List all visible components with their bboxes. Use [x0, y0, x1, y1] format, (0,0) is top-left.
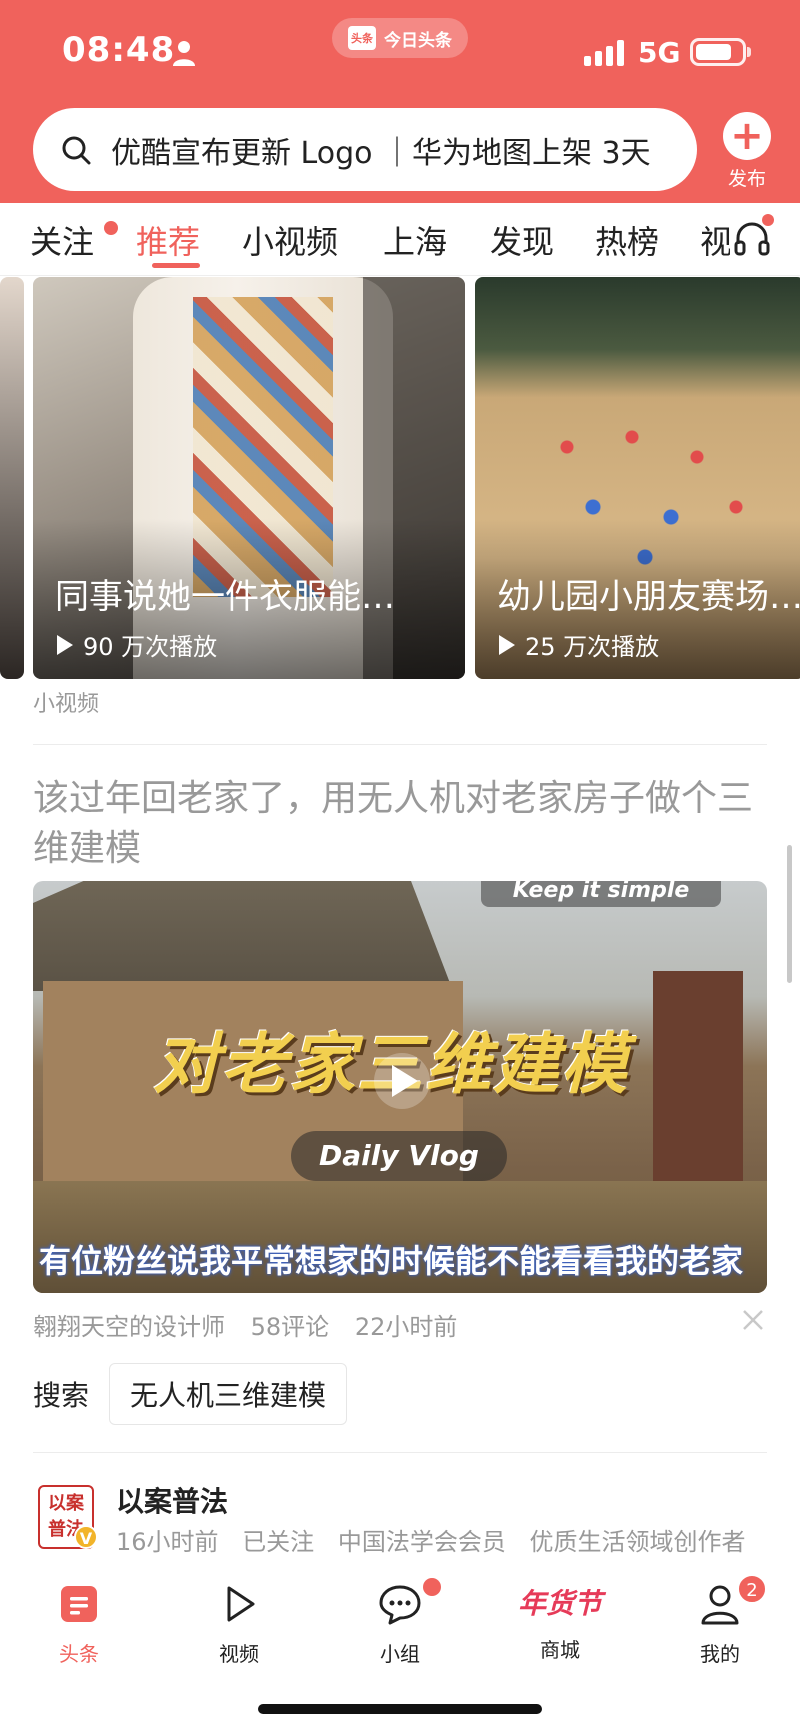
nav-headline[interactable]: 头条 — [29, 1582, 129, 1667]
close-icon[interactable] — [740, 1307, 766, 1333]
video-caption: 有位粉丝说我平常想家的时候能不能看看我的老家 — [39, 1242, 744, 1280]
short-video-title: 同事说她一件衣服能… — [55, 577, 395, 617]
author-time: 16小时前 — [116, 1528, 219, 1556]
author-badge: 优质生活领域创作者 — [529, 1528, 746, 1556]
headline-icon — [61, 1586, 97, 1622]
tab-active-underline — [152, 263, 200, 268]
video-icon — [227, 1586, 255, 1622]
tab-discover[interactable]: 发现 — [490, 217, 554, 263]
article-author[interactable]: 翱翔天空的设计师 — [33, 1313, 225, 1341]
author-badge: 中国法学会会员 — [337, 1528, 506, 1556]
play-icon — [57, 634, 73, 655]
user-icon — [701, 1585, 739, 1625]
search-query: 优酷宣布更新 Logo ｜华为地图上架 3天 — [111, 135, 651, 171]
group-dot — [423, 1578, 441, 1596]
app-switch-pill[interactable]: 头条 今日头条 — [332, 18, 468, 58]
author-meta: 16小时前 已关注 中国法学会会员 优质生活领域创作者 — [116, 1522, 761, 1557]
play-icon — [392, 1065, 418, 1097]
person-icon — [173, 41, 195, 66]
follow-status: 已关注 — [242, 1528, 315, 1556]
divider — [33, 1452, 767, 1453]
app-name: 今日头条 — [384, 30, 452, 51]
related-search-label: 搜索 — [33, 1379, 90, 1412]
network-type: 5G — [638, 36, 681, 69]
comment-count: 58评论 — [250, 1313, 330, 1341]
short-video-card-prev[interactable] — [0, 277, 24, 679]
status-time: 08:48 — [62, 30, 176, 70]
related-search-chip[interactable]: 无人机三维建模 — [109, 1363, 348, 1425]
tab-follow[interactable]: 关注 — [30, 217, 94, 263]
chat-icon — [379, 1585, 421, 1625]
tab-video-partial[interactable]: 视 — [700, 217, 730, 263]
notification-badge: 2 — [737, 1574, 767, 1604]
short-video-title: 幼儿园小朋友赛场… — [497, 577, 800, 617]
publish-label: 发布 — [727, 168, 766, 190]
channel-tabs: 关注 推荐 小视频 上海 发现 热榜 视 — [0, 203, 800, 276]
short-video-card[interactable]: 幼儿园小朋友赛场… 25 万次播放 — [475, 277, 800, 679]
play-count: 90 万次播放 — [57, 627, 217, 662]
play-button[interactable] — [374, 1053, 430, 1109]
vlog-label: Daily Vlog — [291, 1131, 507, 1181]
section-tag: 小视频 — [33, 692, 100, 717]
divider — [33, 744, 767, 745]
tab-follow-dot — [104, 221, 118, 235]
play-icon — [499, 634, 515, 655]
signal-icon — [584, 40, 624, 66]
tab-recommend[interactable]: 推荐 — [136, 217, 200, 263]
short-video-card[interactable]: 同事说她一件衣服能… 90 万次播放 — [33, 277, 465, 679]
author-name[interactable]: 以案普法 — [116, 1480, 228, 1520]
battery-icon — [690, 38, 751, 66]
tab-short-video[interactable]: 小视频 — [242, 217, 338, 263]
video-overlay-top: Keep it simple — [481, 881, 721, 907]
related-search: 搜索 无人机三维建模 — [33, 1363, 348, 1425]
app-header: 08:48 头条 今日头条 5G 优酷宣布更新 Logo ｜华为地图上架 3天 … — [0, 0, 800, 203]
search-icon — [62, 136, 91, 164]
home-indicator — [258, 1704, 542, 1714]
nav-mall[interactable]: 年货节 商城 — [510, 1582, 610, 1663]
tab-hot-list[interactable]: 热榜 — [595, 217, 659, 263]
tab-shanghai[interactable]: 上海 — [383, 217, 447, 263]
plus-icon: + — [723, 112, 771, 160]
article-meta: 翱翔天空的设计师 58评论 22小时前 — [33, 1307, 475, 1342]
headphones-dot — [762, 214, 774, 226]
nav-video[interactable]: 视频 — [189, 1582, 289, 1667]
verified-icon: V — [74, 1525, 98, 1549]
search-input[interactable]: 优酷宣布更新 Logo ｜华为地图上架 3天 — [33, 108, 697, 191]
toutiao-logo: 头条 — [348, 26, 376, 50]
play-count: 25 万次播放 — [499, 627, 659, 662]
scrollbar[interactable] — [787, 845, 792, 983]
article-video[interactable]: Keep it simple 对老家三维建模 Daily Vlog 有位粉丝说我… — [33, 881, 767, 1293]
article-title[interactable]: 该过年回老家了，用无人机对老家房子做个三维建模 — [33, 774, 767, 874]
nianhuojie-icon: 年货节 — [517, 1587, 602, 1620]
bottom-nav: 头条 视频 小组 年货节 商城 我的 2 — [0, 1568, 800, 1731]
publish-button[interactable]: + 发布 — [718, 112, 776, 191]
publish-time: 22小时前 — [354, 1313, 458, 1341]
